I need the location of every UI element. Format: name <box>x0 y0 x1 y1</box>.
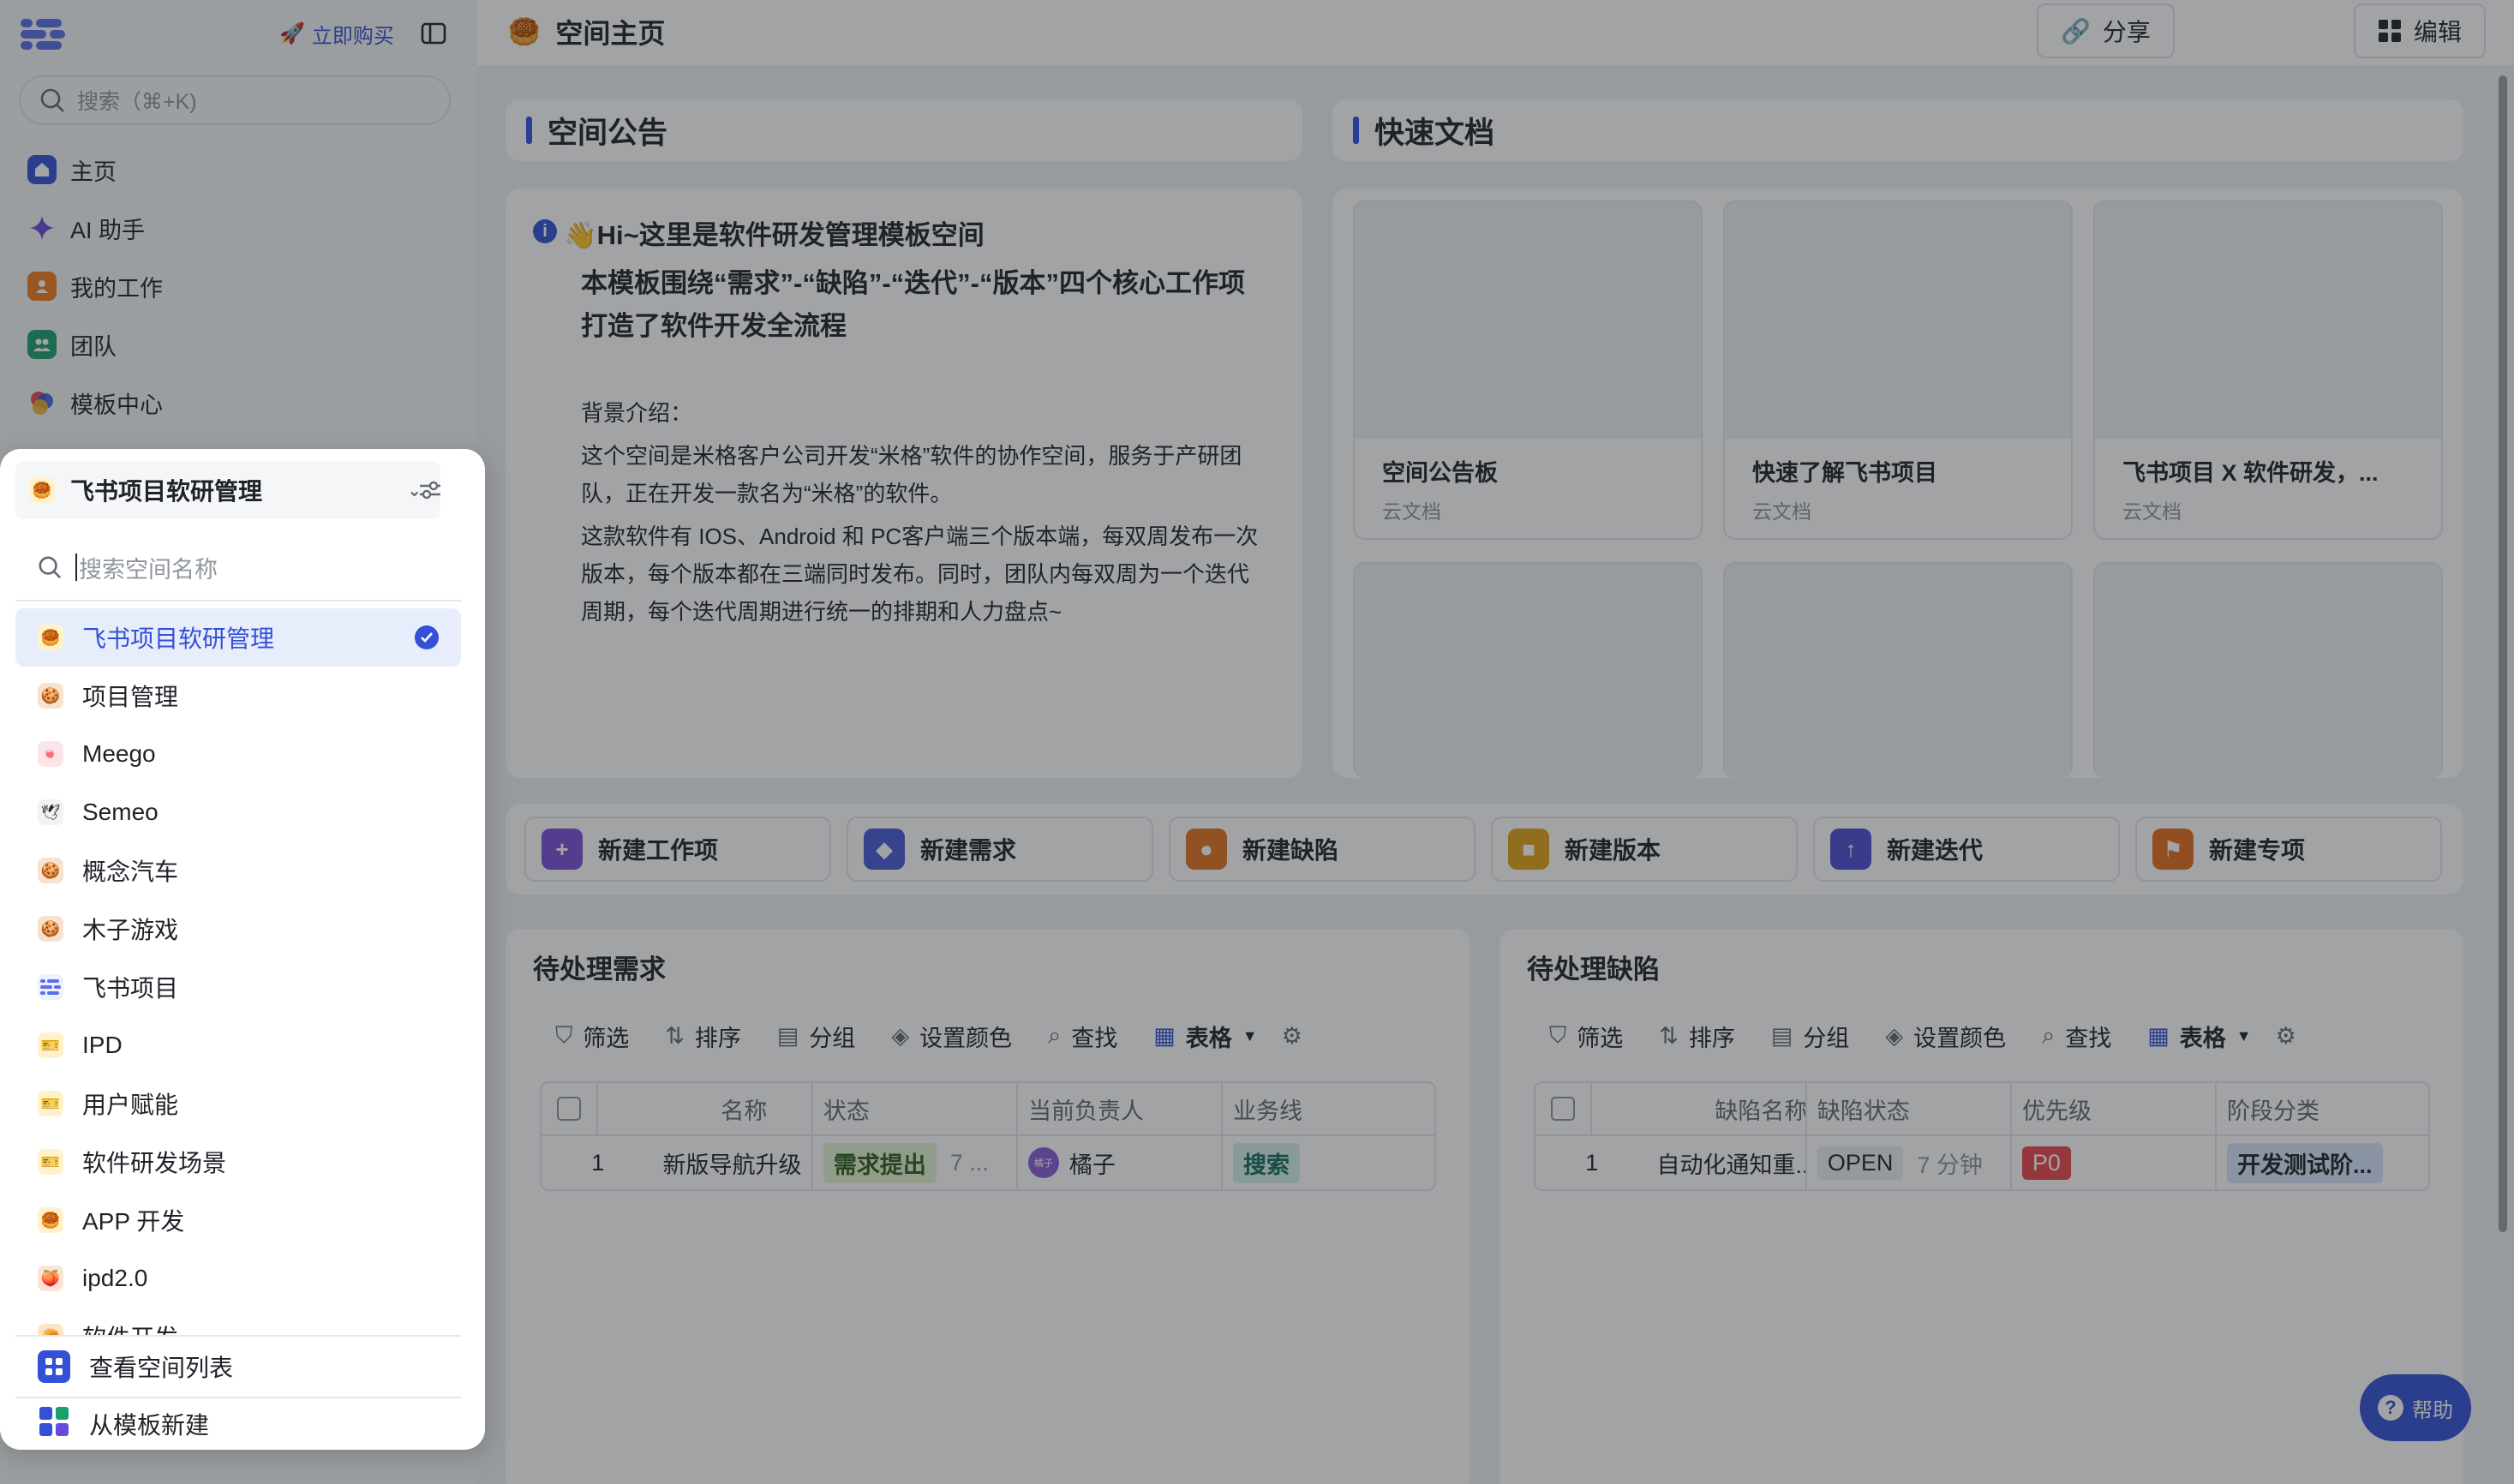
grid-icon <box>38 1350 70 1383</box>
space-item-label: 飞书项目 <box>82 975 179 1002</box>
space-item-label: 概念汽车 <box>82 859 179 885</box>
ticket-icon: 🎫 <box>38 1149 63 1175</box>
current-space-name: 飞书项目软研管理 <box>70 478 263 505</box>
space-item[interactable]: 🎫 用户赋能 <box>15 1074 461 1133</box>
space-search-placeholder: 搜索空间名称 <box>79 556 218 583</box>
cookie-icon: 🍪 <box>38 916 63 942</box>
space-emoji-icon: 🥮 <box>38 1207 63 1233</box>
view-space-list-button[interactable]: 查看空间列表 <box>15 1335 461 1397</box>
space-item[interactable]: 🍪 项目管理 <box>15 667 461 725</box>
space-item-label: IPD <box>82 1032 123 1058</box>
space-list: 🥮 飞书项目软研管理 🍪 项目管理 🍬 Meego 🕊 Semeo 🍪 概念汽车… <box>15 608 461 1351</box>
space-emoji-icon: 🥮 <box>29 477 55 503</box>
space-item[interactable]: 🎫 软件研发场景 <box>15 1133 461 1191</box>
space-item-label: ipd2.0 <box>82 1265 148 1291</box>
space-item[interactable]: 🍬 Meego <box>15 725 461 783</box>
space-item-label: APP 开发 <box>82 1208 185 1235</box>
space-search-input[interactable]: 搜索空间名称 <box>15 535 461 601</box>
meego-logo-icon <box>38 974 63 1000</box>
template-grid-icon <box>38 1405 70 1444</box>
space-item-label: Semeo <box>82 799 159 825</box>
bird-icon: 🕊 <box>38 799 63 825</box>
space-item[interactable]: 🍪 概念汽车 <box>15 841 461 900</box>
current-space-selector[interactable]: 🥮 飞书项目软研管理 ⌄ <box>15 461 440 519</box>
space-switcher-panel: 🥮 飞书项目软研管理 ⌄ 搜索空间名称 🥮 飞书项目软研管理 🍪 项目管理 🍬 … <box>0 449 485 1450</box>
cookie-icon: 🍪 <box>38 683 63 709</box>
space-item[interactable]: 🍪 木子游戏 <box>15 900 461 958</box>
space-item[interactable]: 🥮 APP 开发 <box>15 1191 461 1249</box>
space-item-label: 飞书项目软研管理 <box>82 625 275 652</box>
space-item-label: 木子游戏 <box>82 917 179 943</box>
space-item-label: 软件研发场景 <box>82 1150 227 1176</box>
cookie-icon: 🍪 <box>38 858 63 883</box>
search-icon <box>39 556 62 579</box>
space-item[interactable]: 飞书项目 <box>15 958 461 1016</box>
space-item-label: Meego <box>82 740 156 767</box>
space-item-label: 项目管理 <box>82 684 179 710</box>
check-icon <box>415 625 439 649</box>
new-from-template-button[interactable]: 从模板新建 <box>15 1397 461 1450</box>
sliders-icon <box>420 481 440 500</box>
candy-icon: 🍬 <box>38 741 63 767</box>
new-from-template-label: 从模板新建 <box>89 1412 210 1439</box>
space-item[interactable]: 🥮 飞书项目软研管理 <box>15 608 461 667</box>
space-item[interactable]: 🎫 IPD <box>15 1016 461 1074</box>
ticket-icon: 🎫 <box>38 1032 63 1058</box>
space-item[interactable]: 🕊 Semeo <box>15 783 461 841</box>
space-emoji-icon: 🥮 <box>38 625 63 650</box>
view-space-list-label: 查看空间列表 <box>89 1355 234 1381</box>
space-item-label: 用户赋能 <box>82 1092 179 1118</box>
space-filter-button[interactable] <box>411 471 449 509</box>
ticket-icon: 🎫 <box>38 1091 63 1116</box>
text-caret <box>75 554 77 581</box>
space-item[interactable]: 🍑 ipd2.0 <box>15 1249 461 1307</box>
peach-icon: 🍑 <box>38 1266 63 1291</box>
